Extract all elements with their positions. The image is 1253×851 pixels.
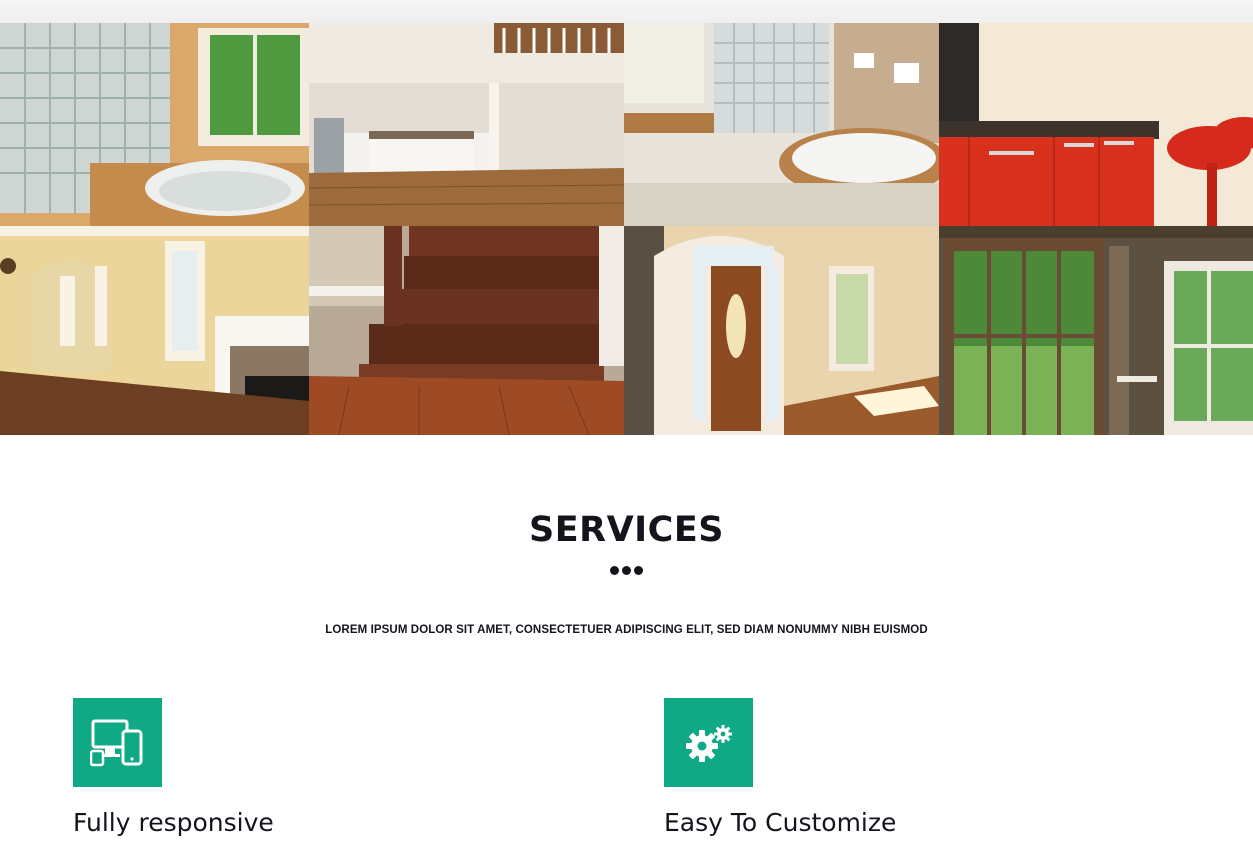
- gallery-image-red-kitchen[interactable]: [939, 23, 1253, 226]
- top-bar: [0, 0, 1253, 23]
- devices-icon: [73, 698, 162, 787]
- service-title-customize: Easy To Customize: [664, 808, 897, 837]
- photo-gallery: [0, 23, 1253, 435]
- gallery-image-fireplace-room[interactable]: [0, 226, 309, 435]
- gallery-image-bathroom-glass-block[interactable]: [0, 23, 309, 226]
- gears-icon: [664, 698, 753, 787]
- service-title-responsive: Fully responsive: [73, 808, 274, 837]
- gallery-image-bathroom-jacuzzi[interactable]: [624, 23, 939, 226]
- gallery-image-window-room[interactable]: [939, 226, 1253, 435]
- gallery-image-open-kitchen[interactable]: [309, 23, 624, 226]
- gallery-image-front-door[interactable]: [624, 226, 939, 435]
- divider-dot: [622, 566, 631, 575]
- services-heading: SERVICES: [529, 510, 724, 550]
- divider-dot: [634, 566, 643, 575]
- services-subtitle: LOREM IPSUM DOLOR SIT AMET, CONSECTETUER…: [325, 624, 928, 636]
- gallery-image-staircase[interactable]: [309, 226, 624, 435]
- divider-dot: [610, 566, 619, 575]
- section-divider-dots: [0, 566, 1253, 575]
